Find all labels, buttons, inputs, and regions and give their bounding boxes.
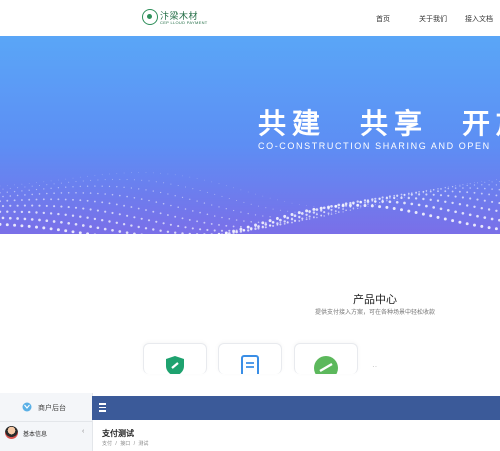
more-indicator: ·· <box>372 362 378 371</box>
logo-seal-icon <box>142 9 158 25</box>
hero-subtitle: CO-CONSTRUCTION SHARING AND OPEN <box>258 141 491 151</box>
breadcrumb-item: 测试 <box>138 441 149 447</box>
check-circle-icon <box>314 356 338 374</box>
site-logo[interactable]: 汴梁木材 CEP LLOUD PAYMENT <box>142 9 208 27</box>
top-navbar: 汴梁木材 CEP LLOUD PAYMENT 首页 关于我们 接入文档 <box>0 0 500 37</box>
product-card-document[interactable] <box>218 343 282 374</box>
chevron-left-icon[interactable]: ‹ <box>82 428 84 435</box>
hero-banner: 共建 共享 开放 CO-CONSTRUCTION SHARING AND OPE… <box>0 36 500 234</box>
sidebar-item-basic-info[interactable]: 基本信息 <box>23 429 47 438</box>
breadcrumb-separator: / <box>115 441 117 447</box>
admin-brand-label: 商户后台 <box>38 405 66 412</box>
breadcrumb-separator: / <box>133 441 135 447</box>
admin-header-bar <box>92 396 500 420</box>
product-card-payment[interactable] <box>143 343 207 374</box>
shield-icon <box>166 356 184 374</box>
product-card-success[interactable] <box>294 343 358 374</box>
menu-toggle-icon[interactable] <box>99 403 106 412</box>
breadcrumb-item[interactable]: 接口 <box>120 441 130 447</box>
nav-about[interactable]: 关于我们 <box>419 14 447 24</box>
logo-subtitle: CEP LLOUD PAYMENT <box>160 20 208 25</box>
nav-docs[interactable]: 接入文档 <box>465 14 493 24</box>
hero-title: 共建 共享 开放 <box>258 108 500 139</box>
admin-brand[interactable]: 商户后台 <box>0 393 92 422</box>
breadcrumb: 支付 / 接口 / 测试 <box>102 440 150 447</box>
brand-logo-icon <box>22 402 32 412</box>
admin-sidebar: 商户后台 基本信息 ‹ <box>0 393 93 451</box>
breadcrumb-item[interactable]: 支付 <box>102 441 112 447</box>
product-section-description: 提供支付接入方案，可在各种场景中轻松收款 <box>314 310 435 316</box>
avatar <box>5 426 18 439</box>
product-section-title: 产品中心 <box>353 294 397 306</box>
document-icon <box>241 355 259 374</box>
nav-home[interactable]: 首页 <box>376 14 390 24</box>
page-title: 支付测试 <box>102 429 134 438</box>
admin-panel: 商户后台 基本信息 ‹ 支付测试 支付 / 接口 / 测试 <box>0 393 500 451</box>
